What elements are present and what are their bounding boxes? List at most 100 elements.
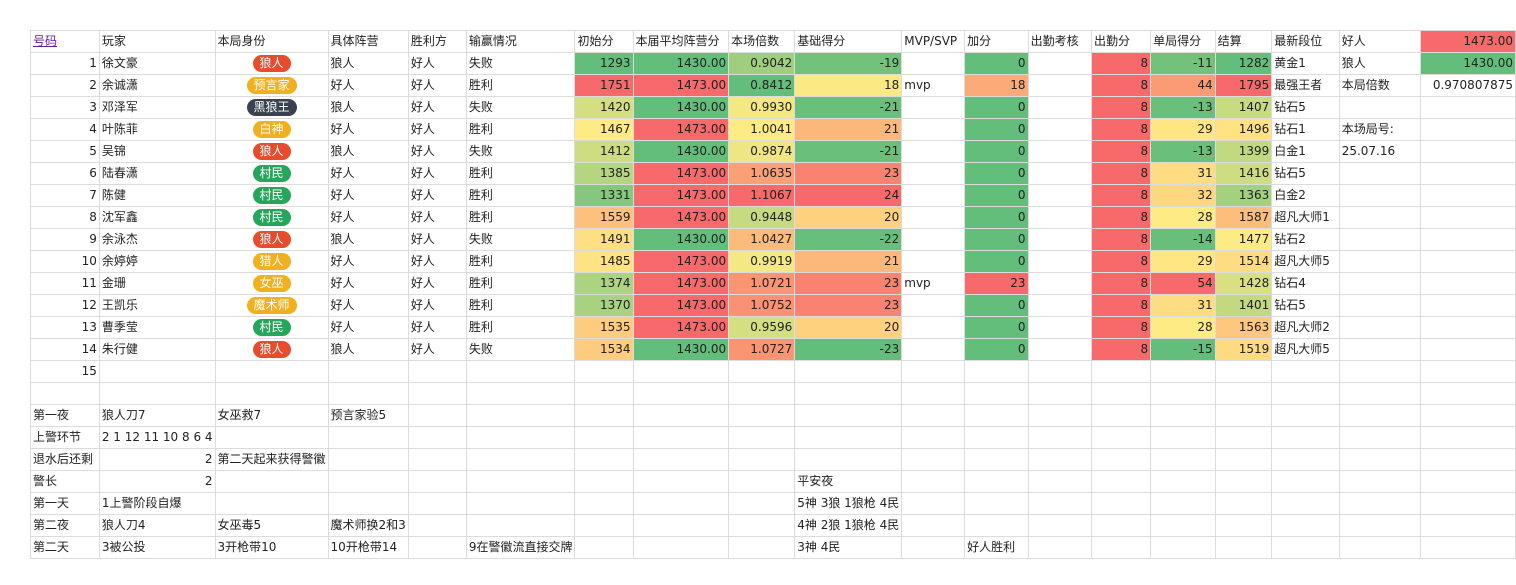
cell-camp[interactable]: 好人 (327, 294, 409, 317)
cell[interactable] (728, 536, 796, 559)
cell[interactable] (465, 492, 576, 515)
cell-side-value[interactable] (1420, 140, 1516, 163)
note-label[interactable]: 第二夜 (30, 514, 100, 537)
cell[interactable] (407, 492, 467, 515)
cell-total[interactable]: 1563 (1214, 316, 1273, 339)
cell[interactable] (465, 426, 576, 449)
cell-avg[interactable]: 1473.00 (632, 272, 730, 295)
cell-winner[interactable]: 好人 (407, 338, 467, 361)
cell-base[interactable]: 20 (794, 206, 903, 229)
cell-att[interactable] (1027, 250, 1092, 273)
cell-mult[interactable]: 0.9874 (728, 140, 796, 163)
cell[interactable] (1420, 184, 1516, 207)
cell-bonus[interactable]: 0 (964, 294, 1029, 317)
cell-player[interactable]: 吴锦 (98, 140, 216, 163)
cell-rank[interactable]: 钻石4 (1271, 272, 1340, 295)
note-summary[interactable] (794, 448, 903, 471)
cell[interactable] (1271, 470, 1340, 493)
cell-camp[interactable]: 狼人 (327, 96, 409, 119)
cell[interactable] (1338, 250, 1422, 273)
cell[interactable] (574, 492, 634, 515)
cell-single[interactable]: -15 (1150, 338, 1216, 361)
cell-att-score[interactable]: 8 (1090, 52, 1152, 75)
cell-winner[interactable]: 好人 (407, 140, 467, 163)
cell[interactable] (1338, 316, 1422, 339)
cell-mvp[interactable] (901, 228, 966, 251)
cell-total[interactable]: 1519 (1214, 338, 1273, 361)
cell-base[interactable]: -21 (794, 96, 903, 119)
cell-camp[interactable]: 狼人 (327, 228, 409, 251)
cell[interactable] (1420, 338, 1516, 361)
cell[interactable] (1420, 536, 1516, 559)
header-cell[interactable]: 输赢情况 (465, 30, 576, 53)
cell-player[interactable]: 余婷婷 (98, 250, 216, 273)
cell-player[interactable]: 王凯乐 (98, 294, 216, 317)
cell[interactable] (1027, 448, 1092, 471)
cell-single[interactable]: -13 (1150, 96, 1216, 119)
cell-init[interactable]: 1485 (574, 250, 634, 273)
note-text[interactable]: 1上警阶段自爆 (98, 492, 216, 515)
cell-rank[interactable]: 超凡大师5 (1271, 338, 1340, 361)
cell[interactable] (1271, 382, 1340, 405)
note-text[interactable] (214, 492, 329, 515)
cell-side-value[interactable]: 1430.00 (1420, 52, 1516, 75)
cell-avg[interactable]: 1430.00 (632, 96, 730, 119)
cell-player[interactable]: 曹季莹 (98, 316, 216, 339)
cell-num[interactable]: 12 (30, 294, 100, 317)
header-cell[interactable]: 具体阵营 (327, 30, 409, 53)
cell-mult[interactable]: 1.0721 (728, 272, 796, 295)
cell[interactable] (1420, 448, 1516, 471)
header-cell[interactable]: 初始分 (574, 30, 634, 53)
cell[interactable] (728, 404, 796, 427)
cell-init[interactable]: 1535 (574, 316, 634, 339)
cell-mvp[interactable] (901, 206, 966, 229)
cell-base[interactable]: 24 (794, 184, 903, 207)
cell[interactable] (1338, 228, 1422, 251)
note-text[interactable]: 10开枪带14 (327, 536, 409, 559)
cell-role[interactable]: 狼人 (214, 338, 329, 361)
cell-rank[interactable]: 钻石1 (1271, 118, 1340, 141)
note-summary[interactable]: 5神 3狼 1狼枪 4民 (794, 492, 903, 515)
cell-player[interactable]: 余诚潇 (98, 74, 216, 97)
cell-init[interactable]: 1534 (574, 338, 634, 361)
cell[interactable] (728, 470, 796, 493)
cell[interactable] (632, 382, 730, 405)
cell[interactable] (1027, 426, 1092, 449)
cell[interactable] (1214, 404, 1273, 427)
cell-result[interactable]: 失败 (465, 338, 576, 361)
cell-mvp[interactable] (901, 118, 966, 141)
cell[interactable] (465, 514, 576, 537)
cell-bonus[interactable]: 0 (964, 338, 1029, 361)
cell[interactable] (407, 514, 467, 537)
cell-winner[interactable]: 好人 (407, 118, 467, 141)
cell[interactable] (1214, 470, 1273, 493)
cell[interactable] (1027, 470, 1092, 493)
cell-side-value[interactable] (1420, 96, 1516, 119)
cell[interactable] (1090, 360, 1152, 383)
cell[interactable] (632, 492, 730, 515)
cell-mvp[interactable] (901, 140, 966, 163)
cell-side-label[interactable]: 狼人 (1338, 52, 1422, 75)
cell-winner[interactable]: 好人 (407, 250, 467, 273)
cell-result[interactable]: 胜利 (465, 294, 576, 317)
cell-rank[interactable]: 钻石5 (1271, 294, 1340, 317)
header-cell[interactable]: 出勤考核 (1027, 30, 1092, 53)
cell-rank[interactable]: 最强王者 (1271, 74, 1340, 97)
cell-att[interactable] (1027, 74, 1092, 97)
cell[interactable] (901, 492, 966, 515)
cell-init[interactable]: 1559 (574, 206, 634, 229)
cell-avg[interactable]: 1473.00 (632, 206, 730, 229)
cell-winner[interactable]: 好人 (407, 162, 467, 185)
cell-rank[interactable]: 白金2 (1271, 184, 1340, 207)
cell-role[interactable]: 黑狼王 (214, 96, 329, 119)
cell-bonus[interactable]: 0 (964, 52, 1029, 75)
cell-mvp[interactable] (901, 162, 966, 185)
cell-att-score[interactable]: 8 (1090, 272, 1152, 295)
cell[interactable] (1150, 404, 1216, 427)
note-text[interactable]: 3开枪带10 (214, 536, 329, 559)
header-cell[interactable]: 最新段位 (1271, 30, 1340, 53)
cell-bonus[interactable]: 18 (964, 74, 1029, 97)
cell-mvp[interactable] (901, 316, 966, 339)
cell[interactable] (1338, 360, 1422, 383)
cell-winner[interactable]: 好人 (407, 272, 467, 295)
